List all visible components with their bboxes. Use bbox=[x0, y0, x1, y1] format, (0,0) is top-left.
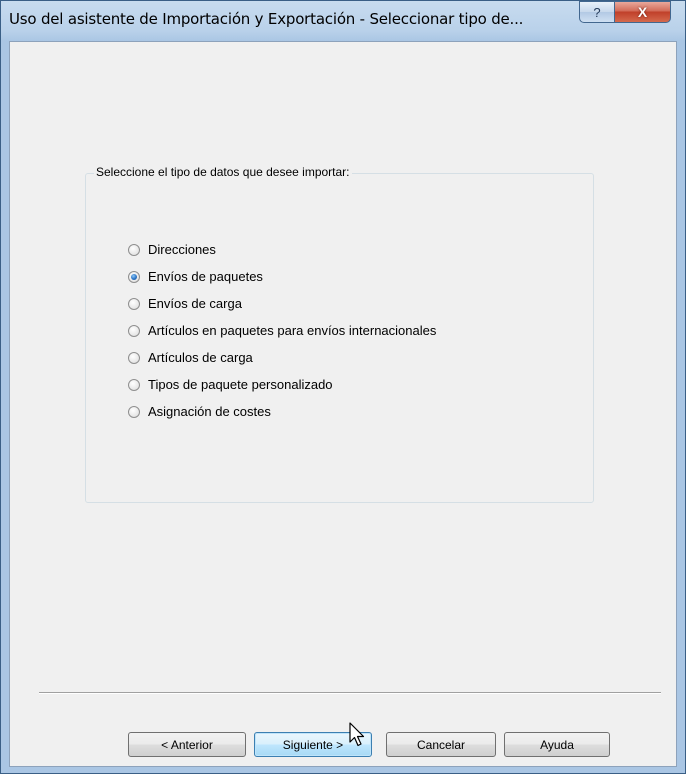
radio-option-envios-carga[interactable]: Envíos de carga bbox=[128, 290, 436, 317]
radio-button[interactable] bbox=[128, 243, 140, 256]
radio-option-articulos-carga[interactable]: Artículos de carga bbox=[128, 344, 436, 371]
close-button[interactable]: X bbox=[615, 1, 671, 23]
window-title: Uso del asistente de Importación y Expor… bbox=[9, 10, 524, 28]
radio-option-direcciones[interactable]: Direcciones bbox=[128, 236, 436, 263]
radio-button[interactable] bbox=[128, 405, 140, 418]
dialog-window: Uso del asistente de Importación y Expor… bbox=[0, 0, 686, 774]
title-bar[interactable]: Uso del asistente de Importación y Expor… bbox=[1, 1, 685, 41]
option-label: Asignación de costes bbox=[148, 404, 271, 419]
previous-button[interactable]: < Anterior bbox=[128, 732, 246, 757]
help-title-button[interactable]: ? bbox=[579, 1, 615, 23]
option-list: Direcciones Envíos de paquetes Envíos de… bbox=[128, 236, 436, 425]
option-label: Envíos de paquetes bbox=[148, 269, 263, 284]
mouse-pointer-icon bbox=[349, 722, 365, 747]
question-mark-icon: ? bbox=[593, 4, 601, 20]
radio-option-asignacion-costes[interactable]: Asignación de costes bbox=[128, 398, 436, 425]
option-label: Envíos de carga bbox=[148, 296, 242, 311]
option-label: Tipos de paquete personalizado bbox=[148, 377, 333, 392]
data-type-groupbox: Seleccione el tipo de datos que desee im… bbox=[85, 165, 594, 503]
option-label: Artículos en paquetes para envíos intern… bbox=[148, 323, 437, 338]
close-icon: X bbox=[637, 4, 648, 20]
groupbox-legend: Seleccione el tipo de datos que desee im… bbox=[94, 165, 352, 179]
button-separator bbox=[39, 692, 661, 694]
radio-button[interactable] bbox=[128, 351, 140, 364]
radio-option-articulos-paquetes[interactable]: Artículos en paquetes para envíos intern… bbox=[128, 317, 436, 344]
title-buttons: ? X bbox=[579, 1, 671, 25]
radio-option-tipos-paquete[interactable]: Tipos de paquete personalizado bbox=[128, 371, 436, 398]
radio-option-envios-paquetes[interactable]: Envíos de paquetes bbox=[128, 263, 436, 290]
radio-button-selected[interactable] bbox=[128, 270, 140, 283]
radio-selected-dot bbox=[131, 273, 137, 280]
radio-button[interactable] bbox=[128, 324, 140, 337]
help-button[interactable]: Ayuda bbox=[504, 732, 610, 757]
dialog-content: Seleccione el tipo de datos que desee im… bbox=[9, 41, 677, 767]
option-label: Artículos de carga bbox=[148, 350, 253, 365]
radio-button[interactable] bbox=[128, 378, 140, 391]
option-label: Direcciones bbox=[148, 242, 216, 257]
cancel-button[interactable]: Cancelar bbox=[386, 732, 496, 757]
radio-button[interactable] bbox=[128, 297, 140, 310]
